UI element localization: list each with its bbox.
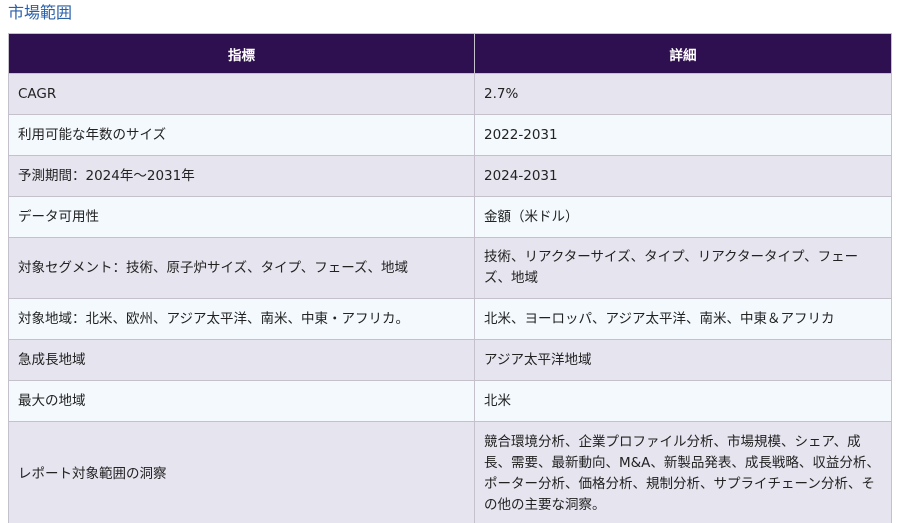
header-detail: 詳細 [474, 33, 892, 74]
table-row: 対象セグメント：技術、原子炉サイズ、タイプ、フェーズ、地域 技術、リアクターサイ… [8, 237, 892, 299]
table-row: 急成長地域 アジア太平洋地域 [8, 339, 892, 381]
table-row: 利用可能な年数のサイズ 2022-2031 [8, 114, 892, 156]
table-row: レポート対象範囲の洞察 競合環境分析、企業プロファイル分析、市場規模、シェア、成… [8, 421, 892, 523]
detail-cell: 2022-2031 [474, 114, 892, 156]
metric-cell: 利用可能な年数のサイズ [8, 114, 475, 156]
detail-cell: 2024-2031 [474, 155, 892, 197]
metric-cell: レポート対象範囲の洞察 [8, 421, 475, 523]
metric-cell: CAGR [8, 73, 475, 115]
metric-cell: 最大の地域 [8, 380, 475, 422]
metric-cell: データ可用性 [8, 196, 475, 238]
detail-cell: 金額（米ドル） [474, 196, 892, 238]
metric-cell: 急成長地域 [8, 339, 475, 381]
detail-cell: 北米、ヨーロッパ、アジア太平洋、南米、中東＆アフリカ [474, 298, 892, 340]
detail-cell: 競合環境分析、企業プロファイル分析、市場規模、シェア、成長、需要、最新動向、M&… [474, 421, 892, 523]
table-row: 最大の地域 北米 [8, 380, 892, 422]
metric-cell: 対象地域：北米、欧州、アジア太平洋、南米、中東・アフリカ。 [8, 298, 475, 340]
table-row: 対象地域：北米、欧州、アジア太平洋、南米、中東・アフリカ。 北米、ヨーロッパ、ア… [8, 298, 892, 340]
section-title: 市場範囲 [8, 3, 73, 22]
metric-cell: 予測期間：2024年～2031年 [8, 155, 475, 197]
detail-cell: アジア太平洋地域 [474, 339, 892, 381]
table-row: 予測期間：2024年～2031年 2024-2031 [8, 155, 892, 197]
market-scope-table: 指標 詳細 CAGR 2.7% 利用可能な年数のサイズ 2022-2031 予測… [8, 33, 892, 523]
detail-cell: 北米 [474, 380, 892, 422]
metric-cell: 対象セグメント：技術、原子炉サイズ、タイプ、フェーズ、地域 [8, 237, 475, 299]
table-row: データ可用性 金額（米ドル） [8, 196, 892, 238]
table-header-row: 指標 詳細 [8, 33, 892, 74]
table-row: CAGR 2.7% [8, 73, 892, 115]
market-scope-page: 市場範囲 指標 詳細 CAGR 2.7% 利用可能な年数のサイズ 2022-20… [0, 0, 898, 523]
header-metric: 指標 [8, 33, 475, 74]
detail-cell: 2.7% [474, 73, 892, 115]
detail-cell: 技術、リアクターサイズ、タイプ、リアクタータイプ、フェーズ、地域 [474, 237, 892, 299]
